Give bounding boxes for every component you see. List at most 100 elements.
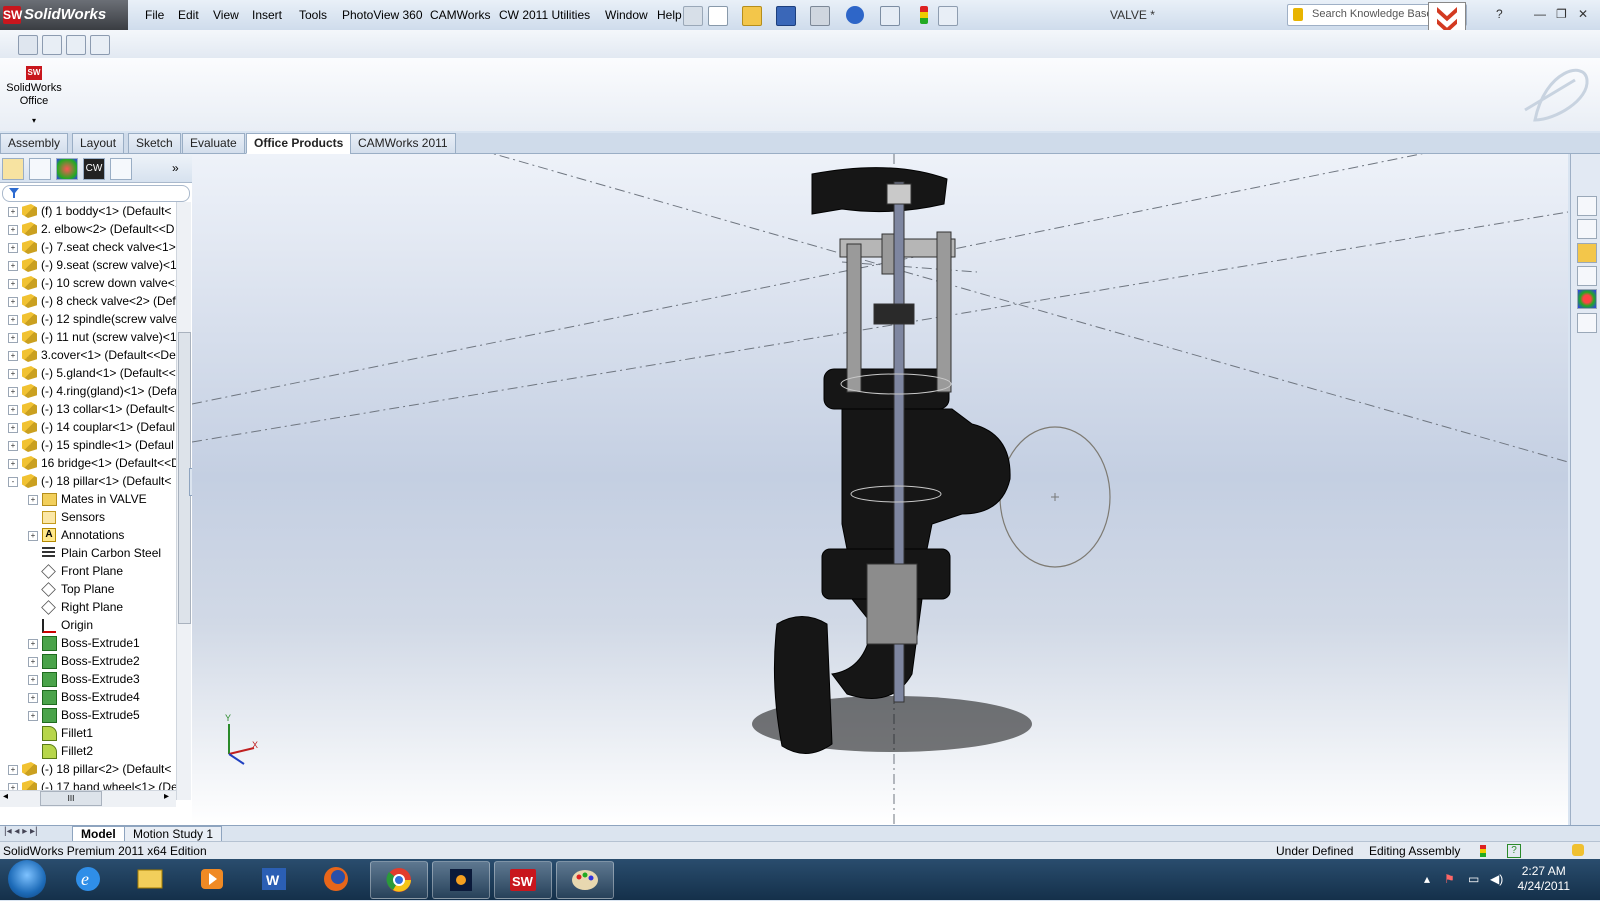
expand-toggle-icon[interactable]: + [8, 405, 18, 415]
tree-item[interactable]: + Boss-Extrude3 [0, 670, 176, 688]
solidworks-taskbar-icon[interactable]: SW [494, 861, 552, 899]
tree-item[interactable]: + (-) 9.seat (screw valve)<1> [0, 256, 176, 274]
expand-toggle-icon[interactable]: + [8, 387, 18, 397]
tree-item[interactable]: + Boss-Extrude4 [0, 688, 176, 706]
expand-toggle-icon[interactable]: + [28, 639, 38, 649]
expand-toggle-icon[interactable]: + [28, 693, 38, 703]
tree-item[interactable]: + (-) 18 pillar<2> (Default< [0, 760, 176, 778]
tree-item[interactable]: Sensors [0, 508, 176, 526]
scroll-right-icon[interactable]: ▸ [164, 791, 169, 802]
tree-item[interactable]: + (-) 14 couplar<1> (Defaul [0, 418, 176, 436]
restore-window-icon[interactable]: ❐ [1556, 7, 1567, 21]
new-document-icon[interactable] [708, 6, 728, 26]
tree-item[interactable]: Origin [0, 616, 176, 634]
internet-explorer-icon[interactable]: e [60, 861, 116, 897]
tree-item[interactable]: + Boss-Extrude2 [0, 652, 176, 670]
tree-item[interactable]: + (-) 13 collar<1> (Default< [0, 400, 176, 418]
tree-item[interactable]: - (-) 18 pillar<1> (Default< [0, 472, 176, 490]
rebuild-status-icon[interactable] [1480, 845, 1486, 857]
solidworks-resources-icon[interactable] [1577, 196, 1597, 216]
expand-chevron-icon[interactable]: » [172, 161, 179, 175]
tag-icon[interactable] [1572, 844, 1584, 856]
tree-item[interactable]: + (-) 15 spindle<1> (Defaul [0, 436, 176, 454]
expand-toggle-icon[interactable]: + [8, 243, 18, 253]
copy-settings-icon[interactable] [66, 35, 86, 55]
expand-toggle-icon[interactable]: + [8, 207, 18, 217]
menu-window[interactable]: Window [605, 8, 648, 22]
hscroll-thumb[interactable]: III [40, 791, 102, 806]
tree-item[interactable]: + (-) 12 spindle(screw valve [0, 310, 176, 328]
chrome-icon[interactable] [370, 861, 428, 899]
menu-view[interactable]: View [213, 8, 239, 22]
expand-toggle-icon[interactable]: + [8, 423, 18, 433]
tree-item[interactable]: + (-) 5.gland<1> (Default<< [0, 364, 176, 382]
tab-camworks-2011[interactable]: CAMWorks 2011 [350, 133, 456, 154]
expand-toggle-icon[interactable]: + [8, 315, 18, 325]
tree-item[interactable]: + (-) 8 check valve<2> (Def [0, 292, 176, 310]
media-app-icon[interactable] [432, 861, 490, 899]
design-library-icon[interactable] [1577, 219, 1597, 239]
task-scheduler-icon[interactable] [90, 35, 110, 55]
graphics-viewport[interactable]: — ❐ ✕ [192, 154, 1568, 825]
expand-toggle-icon[interactable]: + [8, 351, 18, 361]
tree-vertical-scrollbar[interactable] [176, 202, 191, 800]
undo-icon[interactable] [846, 6, 864, 24]
volume-icon[interactable]: ◀) [1490, 872, 1503, 886]
word-icon[interactable]: W [246, 861, 302, 897]
menu-cw-utilities[interactable]: CW 2011 Utilities [499, 8, 590, 22]
expand-toggle-icon[interactable]: + [8, 459, 18, 469]
menu-file[interactable]: File [145, 8, 164, 22]
expand-toggle-icon[interactable]: + [8, 297, 18, 307]
menu-edit[interactable]: Edit [178, 8, 199, 22]
tree-item[interactable]: Fillet1 [0, 724, 176, 742]
expand-toggle-icon[interactable]: + [8, 441, 18, 451]
tab-office-products[interactable]: Office Products [246, 133, 352, 154]
property-manager-tab-icon[interactable] [29, 158, 51, 180]
tab-evaluate[interactable]: Evaluate [182, 133, 245, 154]
network-icon[interactable]: ▭ [1468, 872, 1479, 886]
open-folder-icon[interactable] [742, 6, 762, 26]
media-player-icon[interactable] [184, 861, 240, 897]
tab-assembly[interactable]: Assembly [0, 133, 69, 154]
tree-item[interactable]: Top Plane [0, 580, 176, 598]
tab-layout[interactable]: Layout [72, 133, 125, 154]
tree-item[interactable]: + A Annotations [0, 526, 176, 544]
expand-toggle-icon[interactable]: + [8, 225, 18, 235]
tree-item[interactable]: Fillet2 [0, 742, 176, 760]
help-question-icon[interactable]: ? [1496, 7, 1503, 21]
show-hidden-icons[interactable]: ▴ [1424, 872, 1430, 886]
firefox-icon[interactable] [308, 861, 364, 897]
view-palette-icon[interactable] [1577, 266, 1597, 286]
assembly-grid-icon[interactable] [18, 35, 38, 55]
expand-toggle-icon[interactable]: + [8, 261, 18, 271]
tab-model[interactable]: Model [72, 826, 125, 842]
expand-toggle-icon[interactable]: + [8, 369, 18, 379]
close-window-icon[interactable]: ✕ [1578, 7, 1588, 21]
tree-item[interactable]: +2. elbow<2> (Default<<D [0, 220, 176, 238]
expand-toggle-icon[interactable]: + [8, 279, 18, 289]
expand-toggle-icon[interactable]: + [28, 657, 38, 667]
collapse-toggle-icon[interactable]: - [8, 477, 18, 487]
tree-item[interactable]: Plain Carbon Steel [0, 544, 176, 562]
scroll-left-icon[interactable]: ◂ [3, 791, 8, 802]
expand-toggle-icon[interactable]: + [8, 765, 18, 775]
tab-motion-study-1[interactable]: Motion Study 1 [124, 826, 223, 842]
expand-toggle-icon[interactable]: + [28, 711, 38, 721]
tree-item[interactable]: +16 bridge<1> (Default<<D [0, 454, 176, 472]
file-explorer-icon[interactable] [1577, 243, 1597, 263]
taskbar-clock[interactable]: 2:27 AM 4/24/2011 [1518, 864, 1571, 894]
menu-photoview[interactable]: PhotoView 360 [342, 8, 423, 22]
menu-tools[interactable]: Tools [299, 8, 327, 22]
save-icon[interactable] [776, 6, 796, 26]
tab-sketch[interactable]: Sketch [128, 133, 181, 154]
expand-toggle-icon[interactable]: + [28, 531, 38, 541]
appearances-scenes-icon[interactable] [1577, 289, 1597, 309]
paint-icon[interactable] [556, 861, 614, 899]
dimxpert-tab-icon[interactable] [110, 158, 132, 180]
solidworks-logo[interactable]: SW SolidWorks [0, 0, 128, 30]
expand-toggle-icon[interactable]: + [8, 333, 18, 343]
menu-insert[interactable]: Insert [252, 8, 282, 22]
tree-item[interactable]: + (f) 1 boddy<1> (Default< [0, 202, 176, 220]
appearance-manager-tab-icon[interactable] [56, 158, 78, 180]
tree-item[interactable]: + (-) 4.ring(gland)<1> (Defa [0, 382, 176, 400]
